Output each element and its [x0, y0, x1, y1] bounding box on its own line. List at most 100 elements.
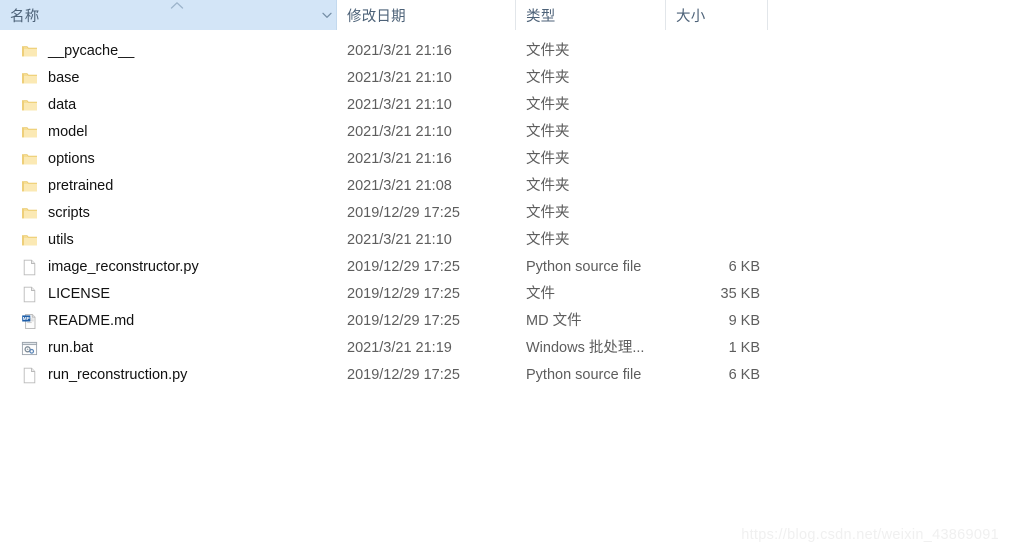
column-header-size[interactable]: 大小: [666, 0, 768, 30]
file-type-cell: 文件夹: [526, 97, 570, 113]
table-row[interactable]: run_reconstruction.py 2019/12/29 17:25 Pyt…: [0, 362, 1011, 389]
file-name-cell[interactable]: __pycache__: [0, 38, 337, 65]
file-size-cell: [656, 119, 760, 146]
file-type-cell: 文件夹: [526, 205, 570, 221]
file-name-label: run.bat: [48, 340, 94, 356]
blank-document-icon: [21, 286, 38, 303]
file-name-cell[interactable]: options: [0, 146, 337, 173]
file-name-label: model: [48, 124, 88, 140]
file-size-cell: [656, 173, 760, 200]
file-name-cell[interactable]: run.bat: [0, 335, 337, 362]
file-size-cell: [656, 200, 760, 227]
file-date-modified-cell: 2021/3/21 21:10: [347, 124, 452, 140]
file-size-cell: [656, 92, 760, 119]
column-header-type-label: 类型: [526, 8, 556, 25]
chevron-down-icon[interactable]: [320, 8, 334, 22]
file-name-label: run_reconstruction.py: [48, 367, 188, 383]
folder-icon: [21, 178, 38, 195]
folder-icon: [21, 205, 38, 222]
file-name-cell[interactable]: run_reconstruction.py: [0, 362, 337, 389]
blank-document-icon: [21, 367, 38, 384]
file-type-cell: 文件夹: [526, 232, 570, 248]
file-size-cell: 6 KB: [728, 367, 760, 383]
file-date-modified-cell: 2021/3/21 21:10: [347, 97, 452, 113]
file-size-cell: 1 KB: [728, 340, 760, 356]
table-row[interactable]: __pycache__ 2021/3/21 21:16 文件夹: [0, 38, 1011, 65]
folder-icon: [21, 97, 38, 114]
file-date-modified-cell: 2019/12/29 17:25: [347, 205, 460, 221]
file-size-cell: 9 KB: [728, 313, 760, 329]
file-size-cell: 35 KB: [720, 286, 761, 302]
file-type-cell: Python source file: [526, 367, 642, 383]
watermark-text: https://blog.csdn.net/weixin_43869091: [741, 527, 999, 543]
file-size-cell: [656, 146, 760, 173]
table-row[interactable]: model 2021/3/21 21:10 文件夹: [0, 119, 1011, 146]
file-type-cell: Python source file: [526, 259, 642, 275]
file-size-cell: 6 KB: [728, 259, 760, 275]
file-name-cell[interactable]: data: [0, 92, 337, 119]
file-date-modified-cell: 2021/3/21 21:16: [347, 151, 452, 167]
markdown-document-icon: MP: [21, 313, 38, 330]
file-type-cell: MD 文件: [526, 313, 582, 329]
file-name-cell[interactable]: pretrained: [0, 173, 337, 200]
file-name-cell[interactable]: LICENSE: [0, 281, 337, 308]
table-row[interactable]: LICENSE 2019/12/29 17:25 文件 35 KB: [0, 281, 1011, 308]
file-date-modified-cell: 2021/3/21 21:19: [347, 340, 452, 356]
file-name-label: base: [48, 70, 80, 86]
folder-icon: [21, 232, 38, 249]
batch-script-icon: [21, 340, 38, 357]
file-type-cell: 文件: [526, 286, 555, 302]
table-row[interactable]: pretrained 2021/3/21 21:08 文件夹: [0, 173, 1011, 200]
file-type-cell: 文件夹: [526, 70, 570, 86]
file-name-label: data: [48, 97, 77, 113]
file-type-cell: 文件夹: [526, 43, 570, 59]
file-name-cell[interactable]: image_reconstructor.py: [0, 254, 337, 281]
column-header-bar: 名称 修改日期 类型 大小: [0, 0, 1011, 30]
table-row[interactable]: image_reconstructor.py 2019/12/29 17:25 Py…: [0, 254, 1011, 281]
file-name-label: options: [48, 151, 95, 167]
file-name-label: scripts: [48, 205, 90, 221]
folder-icon: [21, 124, 38, 141]
file-name-label: utils: [48, 232, 74, 248]
column-header-type[interactable]: 类型: [516, 0, 666, 30]
folder-icon: [21, 43, 38, 60]
folder-icon: [21, 151, 38, 168]
file-name-cell[interactable]: utils: [0, 227, 337, 254]
file-date-modified-cell: 2021/3/21 21:08: [347, 178, 452, 194]
table-row[interactable]: MP README.md 2019/12/29 17:25 MD 文件 9 KB: [0, 308, 1011, 335]
file-size-cell: [656, 38, 760, 65]
file-name-cell[interactable]: base: [0, 65, 337, 92]
column-header-date-modified[interactable]: 修改日期: [337, 0, 516, 30]
file-list: __pycache__ 2021/3/21 21:16 文件夹 base 2021/3/…: [0, 30, 1011, 389]
blank-document-icon: [21, 259, 38, 276]
table-row[interactable]: options 2021/3/21 21:16 文件夹: [0, 146, 1011, 173]
column-header-name[interactable]: 名称: [0, 0, 337, 30]
file-type-cell: 文件夹: [526, 151, 570, 167]
table-row[interactable]: run.bat 2021/3/21 21:19 Windows 批处理... 1 KB: [0, 335, 1011, 362]
file-date-modified-cell: 2019/12/29 17:25: [347, 313, 460, 329]
table-row[interactable]: data 2021/3/21 21:10 文件夹: [0, 92, 1011, 119]
svg-text:MP: MP: [23, 316, 30, 321]
file-size-cell: [656, 227, 760, 254]
table-row[interactable]: base 2021/3/21 21:10 文件夹: [0, 65, 1011, 92]
file-name-label: __pycache__: [48, 43, 135, 59]
file-name-cell[interactable]: MP README.md: [0, 308, 337, 335]
file-name-label: LICENSE: [48, 286, 111, 302]
folder-icon: [21, 70, 38, 87]
file-date-modified-cell: 2021/3/21 21:16: [347, 43, 452, 59]
file-type-cell: 文件夹: [526, 178, 570, 194]
file-name-label: README.md: [48, 313, 135, 329]
file-date-modified-cell: 2021/3/21 21:10: [347, 70, 452, 86]
table-row[interactable]: scripts 2019/12/29 17:25 文件夹: [0, 200, 1011, 227]
file-name-cell[interactable]: scripts: [0, 200, 337, 227]
file-name-cell[interactable]: model: [0, 119, 337, 146]
column-header-size-label: 大小: [676, 8, 706, 25]
file-type-cell: Windows 批处理...: [526, 340, 645, 356]
file-size-cell: [656, 65, 760, 92]
file-date-modified-cell: 2019/12/29 17:25: [347, 286, 460, 302]
file-explorer-window: 名称 修改日期 类型 大小 __pycache__ 2021/3/21 21:16…: [0, 0, 1011, 549]
file-type-cell: 文件夹: [526, 124, 570, 140]
table-row[interactable]: utils 2021/3/21 21:10 文件夹: [0, 227, 1011, 254]
chevron-up-icon: [170, 1, 184, 10]
column-header-name-label: 名称: [10, 8, 40, 25]
